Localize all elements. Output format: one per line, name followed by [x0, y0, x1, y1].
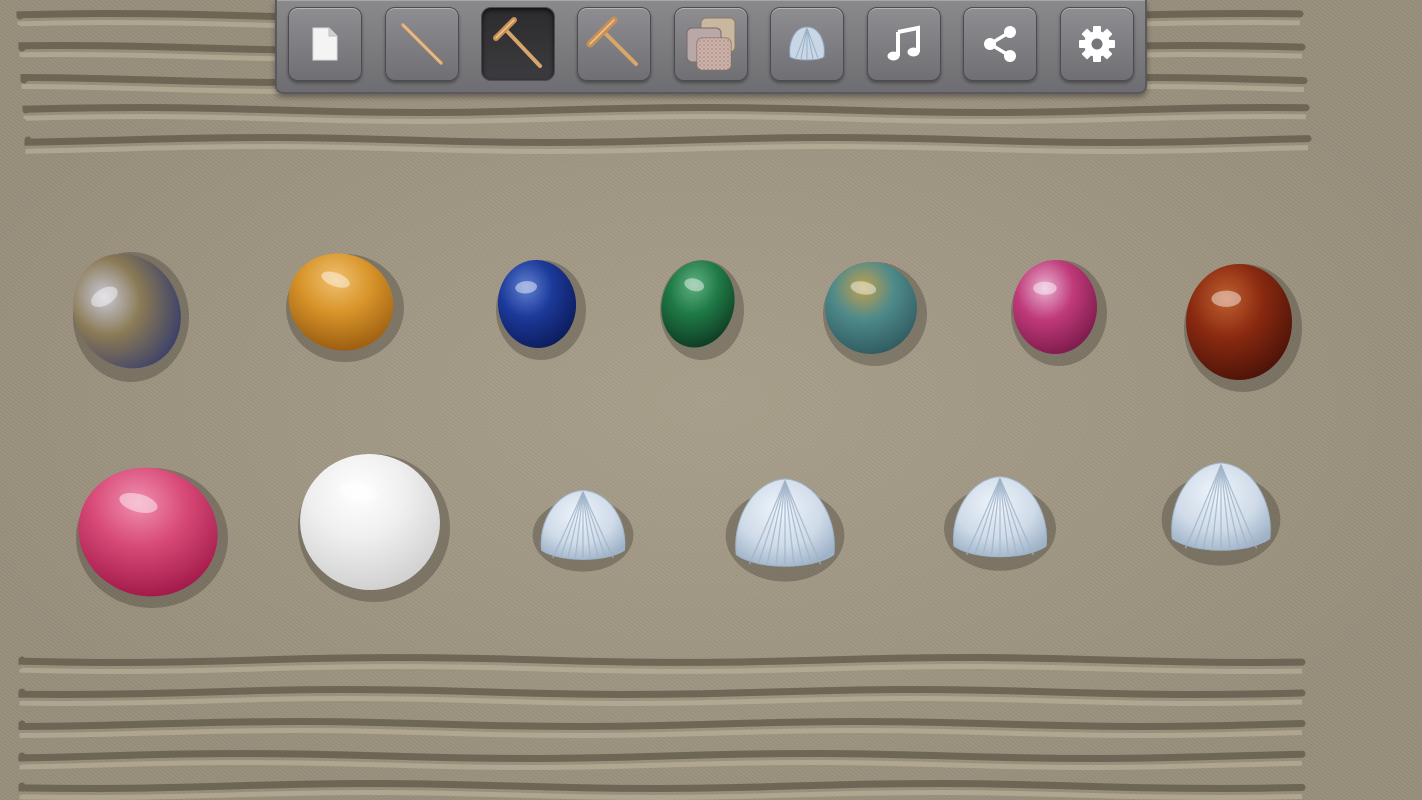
stone-clear-quartz[interactable]: [298, 453, 450, 602]
stick-icon: [401, 23, 443, 65]
rake-icon: [493, 17, 542, 68]
music-button[interactable]: [867, 7, 941, 81]
music-note-icon: [887, 25, 920, 61]
share-icon: [984, 26, 1016, 62]
stone-amber[interactable]: [286, 253, 404, 362]
seashell[interactable]: [944, 474, 1056, 571]
stone-pink-agate[interactable]: [1011, 260, 1107, 366]
new-file-button[interactable]: [288, 7, 362, 81]
stick-tool-button[interactable]: [385, 7, 459, 81]
wide-rake-tool-button[interactable]: [577, 7, 651, 81]
stone-malachite[interactable]: [660, 260, 744, 360]
texture-icon: [686, 17, 736, 71]
stone-goldstone[interactable]: [1184, 264, 1302, 392]
rake-tool-button[interactable]: [481, 7, 555, 81]
stone-rose-quartz[interactable]: [76, 467, 228, 608]
shell-button[interactable]: [770, 7, 844, 81]
gear-icon: [1079, 26, 1115, 62]
toolbar: [275, 0, 1147, 94]
sand-canvas[interactable]: [0, 0, 1422, 800]
stone-agate[interactable]: [73, 252, 189, 382]
settings-button[interactable]: [1060, 7, 1134, 81]
seashell[interactable]: [1161, 460, 1281, 566]
texture-button[interactable]: [674, 7, 748, 81]
stone-teal-agate[interactable]: [823, 262, 927, 366]
shell-icon: [789, 26, 825, 61]
stone-lapis[interactable]: [496, 260, 586, 360]
new-file-icon: [312, 27, 338, 61]
rake-grooves: [16, 9, 1312, 800]
share-button[interactable]: [963, 7, 1037, 81]
rake-wide-icon: [586, 16, 638, 66]
seashell[interactable]: [725, 476, 845, 582]
seashell[interactable]: [532, 488, 634, 572]
